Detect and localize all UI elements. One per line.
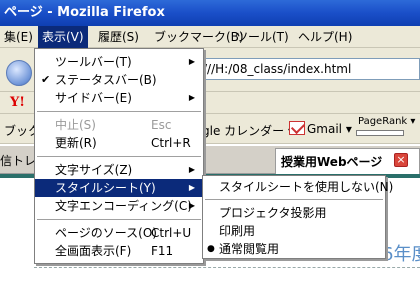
menu-item-label: 更新(R) [55, 136, 97, 150]
checkmark-icon: ✔ [41, 73, 51, 86]
pagerank-label[interactable]: PageRank ▾ [358, 116, 415, 127]
tab-inactive[interactable]: 信トレ [0, 152, 36, 169]
back-button[interactable] [6, 60, 32, 86]
menu-item-statusbar[interactable]: ✔ ステータスバー(B) [35, 71, 203, 89]
menu-item-toolbars[interactable]: ツールバー(T) ▶ [35, 53, 203, 71]
yahoo-logo-icon[interactable]: Y! [10, 95, 25, 110]
menu-item-sidebar[interactable]: サイドバー(E) ▶ [35, 89, 203, 107]
menu-item-label: スタイルシート(Y) [55, 181, 156, 195]
page-heading-fragment: 6年度 [382, 244, 420, 265]
google-calendar-bookmark[interactable]: gle カレンダー ▾ [202, 122, 294, 139]
gmail-icon [289, 121, 305, 135]
menu-item-shortcut: Ctrl+U [151, 226, 192, 240]
menu-history[interactable]: 履歴(S) [94, 26, 143, 48]
menu-item-label: 全画面表示(F) [55, 244, 132, 258]
menu-view[interactable]: 表示(V) [38, 26, 88, 48]
menu-item-encoding[interactable]: 文字エンコーディング(C) ▶ [35, 197, 203, 215]
menu-item-shortcut: Ctrl+R [151, 136, 191, 150]
tab-active-label: 授業用Webページ [281, 155, 383, 169]
gmail-bookmark[interactable]: Gmail ▾ [307, 122, 352, 136]
submenu-item-print[interactable]: 印刷用 [203, 222, 385, 240]
menu-separator [37, 219, 201, 220]
menu-item-label: 通常閲覧用 [219, 242, 280, 256]
menu-item-label: ページのソース(O) [55, 226, 157, 240]
menu-item-fullscreen[interactable]: 全画面表示(F) F11 [35, 242, 203, 260]
menu-item-label: サイドバー(E) [55, 91, 132, 105]
view-menu: ツールバー(T) ▶ ✔ ステータスバー(B) サイドバー(E) ▶ 中止(S)… [34, 48, 204, 264]
submenu-arrow-icon: ▶ [188, 201, 195, 210]
menu-item-text-size[interactable]: 文字サイズ(Z) ▶ [35, 161, 203, 179]
url-bar[interactable]: ///H:/08_class/index.html [196, 58, 420, 80]
pagerank-bar [356, 130, 404, 136]
menu-item-label: 文字エンコーディング(C) [55, 199, 192, 213]
menu-item-shortcut: F11 [151, 244, 174, 258]
menu-item-label: ステータスバー(B) [55, 73, 157, 87]
menu-item-label: 中止(S) [55, 118, 96, 132]
menu-item-reload[interactable]: 更新(R) Ctrl+R [35, 134, 203, 152]
radio-bullet-icon: ● [207, 244, 215, 254]
menu-item-label: 印刷用 [219, 224, 256, 238]
menu-item-label: ツールバー(T) [55, 55, 132, 69]
menu-item-label: プロジェクタ投影用 [219, 206, 327, 220]
submenu-item-no-style[interactable]: スタイルシートを使用しない(N) [203, 178, 393, 196]
menu-tools[interactable]: ツール(T) [232, 26, 293, 48]
close-tab-icon[interactable]: × [394, 153, 408, 167]
menu-item-label: スタイルシートを使用しない(N) [219, 180, 394, 194]
window-title: ページ - Mozilla Firefox [0, 0, 420, 26]
submenu-arrow-icon: ▶ [188, 57, 195, 66]
dashed-divider [34, 267, 420, 268]
menu-separator [205, 199, 383, 200]
menu-edit[interactable]: 集(E) [0, 26, 37, 48]
menu-item-page-source[interactable]: ページのソース(O) Ctrl+U [35, 224, 203, 242]
submenu-arrow-icon: ▶ [188, 183, 195, 192]
submenu-arrow-icon: ▶ [188, 93, 195, 102]
menu-item-shortcut: Esc [151, 118, 172, 132]
submenu-item-projector[interactable]: プロジェクタ投影用 [203, 204, 385, 222]
menu-item-label: 文字サイズ(Z) [55, 163, 133, 177]
menu-help[interactable]: ヘルプ(H) [294, 26, 356, 48]
stylesheet-submenu: スタイルシートを使用しない(N) プロジェクタ投影用 印刷用 ● 通常閲覧用 [202, 175, 393, 259]
menu-separator [37, 156, 201, 157]
menu-item-stylesheet[interactable]: スタイルシート(Y) ▶ [35, 179, 203, 197]
menu-item-stop: 中止(S) Esc [35, 116, 203, 134]
menu-bar: 集(E) 表示(V) 履歴(S) ブックマーク(B) ツール(T) ヘルプ(H) [0, 26, 420, 48]
menu-separator [37, 111, 201, 112]
submenu-arrow-icon: ▶ [188, 165, 195, 174]
submenu-item-normal[interactable]: ● 通常閲覧用 [203, 240, 385, 258]
